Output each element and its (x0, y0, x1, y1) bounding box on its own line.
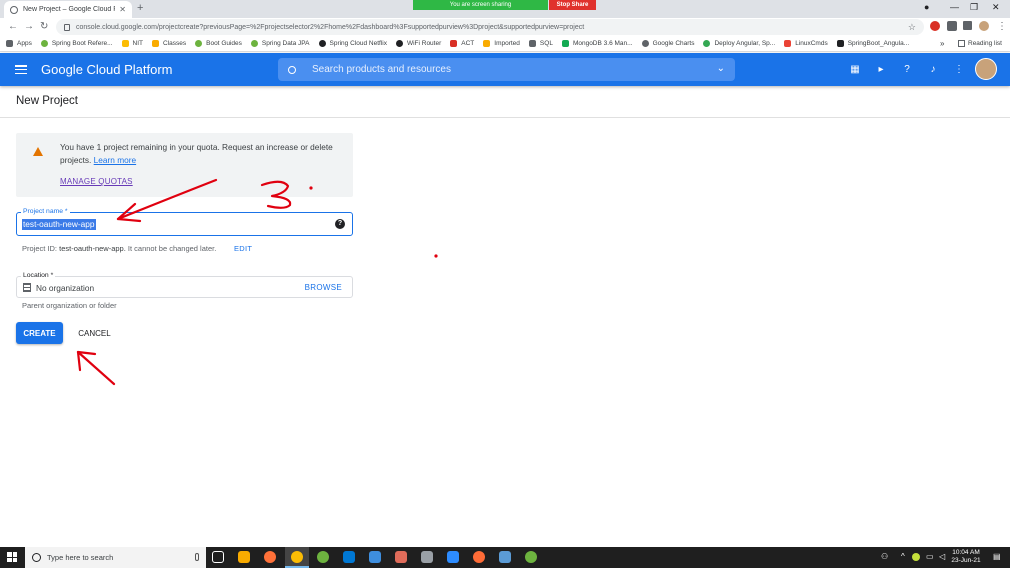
chrome-icon[interactable] (291, 551, 303, 563)
firefox-icon[interactable] (264, 551, 276, 563)
notification-center-icon[interactable]: ▤ (993, 552, 1001, 561)
app-icon[interactable] (499, 551, 511, 563)
annotation-overlay (76, 178, 438, 386)
chat-icon[interactable] (421, 551, 433, 563)
tray-app-icon[interactable] (912, 553, 920, 561)
network-icon[interactable]: ▭ (926, 552, 934, 561)
people-icon[interactable]: ⚇ (881, 552, 888, 561)
windows-start-icon[interactable] (7, 552, 17, 562)
volume-icon[interactable]: ◁ (939, 552, 945, 561)
windows-taskbar: Type here to search ⚇ ^ ▭ ◁ 10:04 AM 23-… (0, 547, 1010, 568)
file-explorer-icon[interactable] (238, 551, 250, 563)
dev-tool-icon[interactable] (369, 551, 381, 563)
cortana-icon (32, 553, 41, 562)
annotation-dot (434, 254, 438, 258)
vscode-icon[interactable] (343, 551, 355, 563)
handwritten-3 (260, 180, 292, 209)
postman-icon[interactable] (473, 551, 485, 563)
clock-time: 10:04 AM (952, 549, 980, 556)
annotation-dot (309, 186, 313, 190)
task-view-icon[interactable] (212, 551, 224, 563)
arrow-to-create (76, 350, 116, 386)
microphone-icon[interactable] (195, 553, 199, 561)
taskbar-clock[interactable]: 10:04 AM 23-Jun-21 (948, 549, 984, 565)
spring-tool-suite-icon[interactable] (525, 551, 537, 563)
notepad-icon[interactable] (395, 551, 407, 563)
show-hidden-icons[interactable]: ^ (901, 552, 905, 561)
taskbar-search-input[interactable]: Type here to search (25, 547, 206, 568)
arrow-to-project-name (116, 178, 218, 221)
clock-date: 23-Jun-21 (951, 557, 981, 564)
spring-tool-suite-icon[interactable] (317, 551, 329, 563)
zoom-icon[interactable] (447, 551, 459, 563)
